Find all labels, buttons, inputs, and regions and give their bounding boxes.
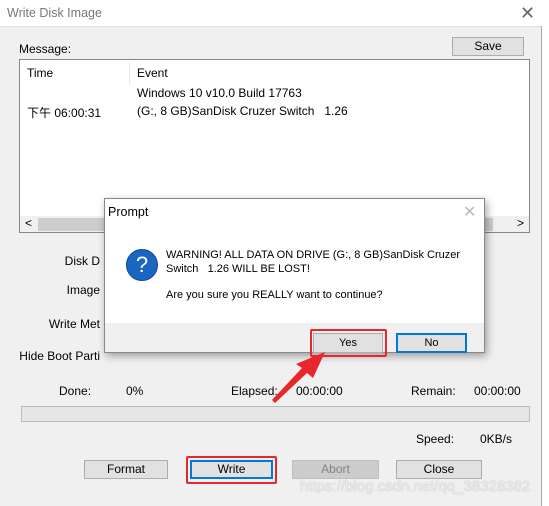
arrow-shape	[272, 352, 325, 403]
watermark: https://blog.csdn.net/qq_38328382	[300, 478, 531, 495]
red-arrow	[272, 352, 325, 403]
